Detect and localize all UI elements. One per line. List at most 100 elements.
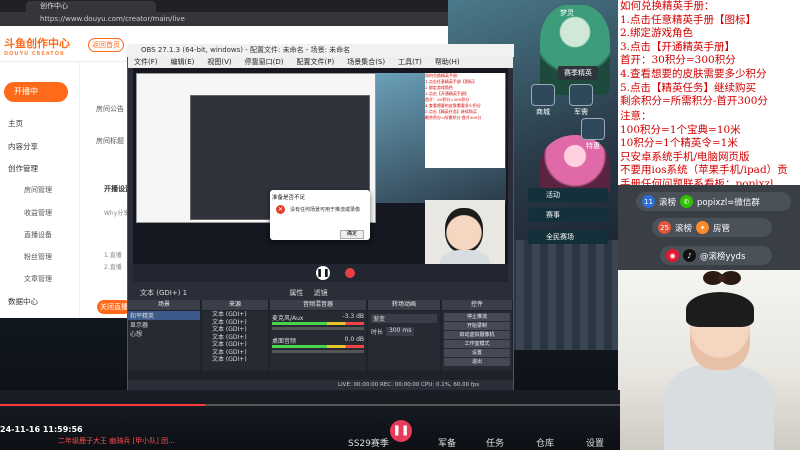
bottom-warehouse-label[interactable]: 仓库 xyxy=(536,436,554,449)
menu-tools[interactable]: 工具(T) xyxy=(398,57,422,68)
virtual-camera-button[interactable]: 启动虚拟摄像机 xyxy=(444,331,510,339)
scene-item[interactable]: 和平精英 xyxy=(128,311,200,320)
sidebar-sub-income[interactable]: 收益管理 xyxy=(24,208,52,218)
rank-badge: 11 xyxy=(642,195,655,208)
rule-line: 剩余积分=所需积分-首开300分 xyxy=(620,95,768,108)
bottom-pause-button[interactable]: ❚❚ xyxy=(390,420,412,442)
sidebar-sub-room[interactable]: 房间管理 xyxy=(24,185,52,195)
note-line: 注意： xyxy=(620,110,652,122)
notes-text: 注意： 100积分=1个宝典=10米 10积分=1个精英令=1米 只安卓系统手机… xyxy=(620,110,788,192)
special-offer-button[interactable]: 特惠 xyxy=(578,118,608,151)
volume-slider[interactable] xyxy=(272,327,364,330)
menu-view[interactable]: 视图(V) xyxy=(207,57,231,68)
rule-line: 1.点击任意精英手册【图标】 xyxy=(620,13,757,26)
source-item[interactable]: 文本 (GDI+) xyxy=(202,326,268,334)
menu-edit[interactable]: 编辑(E) xyxy=(171,57,195,68)
live-note-2: 2.直播 xyxy=(104,264,122,271)
browser-tab[interactable]: 创作中心 xyxy=(26,1,156,12)
stream-progress-fill xyxy=(0,404,205,406)
weibo-icon: ◉ xyxy=(666,249,679,262)
tiktok-icon: ♪ xyxy=(683,249,696,262)
shop-label: 商城 xyxy=(536,108,550,116)
obs-title-bar: OBS 27.1.3 (64-bit, windows) - 配置文件: 未命名… xyxy=(127,44,514,57)
season-elite-button[interactable]: 赛季精英 xyxy=(558,66,598,80)
transition-panel: 渐变 时长 300 ms xyxy=(368,311,440,371)
obs-status-bar: LIVE: 00:00:00 REC: 00:00:00 CPU: 0.1%, … xyxy=(128,381,513,390)
volume-meter xyxy=(272,322,364,325)
volume-slider[interactable] xyxy=(272,350,364,353)
logo-subtext: DOUYU CREATOR xyxy=(4,51,65,57)
audio-mixer: 麦克风/Aux -3.3 dB 桌面音频 0.0 dB xyxy=(270,311,366,371)
source-item[interactable]: 文本 (GDI+) xyxy=(202,319,268,327)
transition-type-select[interactable]: 渐变 xyxy=(371,314,437,323)
supply-button[interactable]: 军需 xyxy=(566,84,596,117)
source-item[interactable]: 文本 (GDI+) xyxy=(202,334,268,342)
special-offer-icon xyxy=(581,118,605,140)
close-live-button[interactable]: 关闭直播 xyxy=(97,300,131,314)
sidebar-sub-device[interactable]: 直播设备 xyxy=(24,230,52,240)
game-character-top xyxy=(540,5,610,95)
dock-header-sources: 来源 xyxy=(202,300,268,310)
properties-button[interactable]: 属性 xyxy=(289,289,303,297)
room-title-label: 房间标题 xyxy=(96,137,124,145)
rule-line: 2.绑定游戏角色 xyxy=(620,27,694,40)
note-line: 不要用ios系统（苹果手机/ipad）贡 xyxy=(620,164,788,177)
douyu-logo[interactable]: 斗鱼创作中心 DOUYU CREATOR xyxy=(4,35,70,57)
stop-streaming-button[interactable]: 停止推流 xyxy=(444,313,510,321)
bottom-armory-label[interactable]: 军备 xyxy=(438,436,456,449)
streamer-hair xyxy=(686,292,754,327)
game-player-name: 梦灵 xyxy=(560,9,574,17)
transition-duration-row: 时长 300 ms xyxy=(371,327,437,336)
bottom-season-label[interactable]: SS29赛季 xyxy=(348,436,389,449)
game-list-activity[interactable]: 活动 xyxy=(528,188,608,202)
settings-button[interactable]: 设置 xyxy=(444,349,510,357)
nested-rules-capture: 如何兑换精英手册： 1.点击任意精英手册【图标】 2.绑定游戏角色 3.点击【开… xyxy=(425,73,505,168)
game-list-events[interactable]: 赛事 xyxy=(528,208,608,222)
bottom-settings-label[interactable]: 设置 xyxy=(586,436,604,449)
start-recording-button[interactable]: 开始录制 xyxy=(444,322,510,330)
source-item[interactable]: 文本 (GDI+) xyxy=(202,356,268,364)
live-note-1: 1.直播 xyxy=(104,252,122,259)
mixer-channel-mic: 麦克风/Aux -3.3 dB xyxy=(272,313,364,322)
address-bar[interactable]: https://www.douyu.com/creator/main/live xyxy=(0,12,448,26)
dialog-ok-button[interactable]: 确定 xyxy=(340,230,364,239)
bottom-tasks-label[interactable]: 任务 xyxy=(486,436,504,449)
stream-timestamp: 24-11-16 11:59:56 xyxy=(0,425,83,434)
pause-button[interactable]: ❚❚ xyxy=(316,266,330,280)
source-item[interactable]: 文本 (GDI+) xyxy=(202,341,268,349)
menu-help[interactable]: 帮助(H) xyxy=(435,57,460,68)
rank-label: 滚榜 xyxy=(659,197,677,208)
streamer-body xyxy=(664,365,774,450)
filters-button[interactable]: 滤镜 xyxy=(314,289,328,297)
fire-icon: ✦ xyxy=(696,221,710,234)
source-item[interactable]: 文本 (GDI+) xyxy=(202,349,268,357)
menu-scene-collection[interactable]: 场景集合(S) xyxy=(347,57,385,68)
sidebar-item-manage[interactable]: 创作管理 xyxy=(8,163,38,174)
source-item[interactable]: 文本 (GDI+) xyxy=(202,311,268,319)
return-home-button[interactable]: 返回首页 xyxy=(88,38,124,52)
sidebar-sub-fans[interactable]: 粉丝管理 xyxy=(24,252,52,262)
rule-line: 4.查看想要的皮肤需要多少积分 xyxy=(620,67,767,80)
social-wechat: 11 滚榜 ✆ popixzl=微信群 xyxy=(636,192,791,211)
live-status-button[interactable]: 开播中 xyxy=(4,82,68,102)
game-list-arena[interactable]: 全民赛场 xyxy=(528,230,608,244)
controls-panel: 停止推流 开始录制 启动虚拟摄像机 工作室模式 设置 退出 xyxy=(442,311,512,371)
studio-mode-button[interactable]: 工作室模式 xyxy=(444,340,510,348)
source-toolbar: 文本 (GDI+) 1 属性 滤镜 xyxy=(128,288,513,299)
mixer-channel-name: 麦克风/Aux xyxy=(272,315,304,322)
transition-duration-input[interactable]: 300 ms xyxy=(386,327,415,336)
scene-item[interactable]: 心想 xyxy=(128,329,200,338)
sidebar-item-data[interactable]: 数据中心 xyxy=(8,296,38,307)
hair-bow-icon xyxy=(703,271,741,285)
menu-profile[interactable]: 配置文件(P) xyxy=(297,57,335,68)
shop-button[interactable]: 商城 xyxy=(528,84,558,117)
sidebar-item-home[interactable]: 主页 xyxy=(8,118,23,129)
exit-button[interactable]: 退出 xyxy=(444,358,510,366)
scene-item[interactable]: 显示器 xyxy=(128,320,200,329)
menu-file[interactable]: 文件(F) xyxy=(134,57,158,68)
sidebar-item-share[interactable]: 内容分享 xyxy=(8,141,38,152)
sidebar-sub-articles[interactable]: 文章管理 xyxy=(24,274,52,284)
rule-line: 如何兑换精英手册： xyxy=(620,0,715,12)
dock-header-scenes: 场景 xyxy=(128,300,200,310)
menu-docks[interactable]: 停靠窗口(D) xyxy=(245,57,284,68)
